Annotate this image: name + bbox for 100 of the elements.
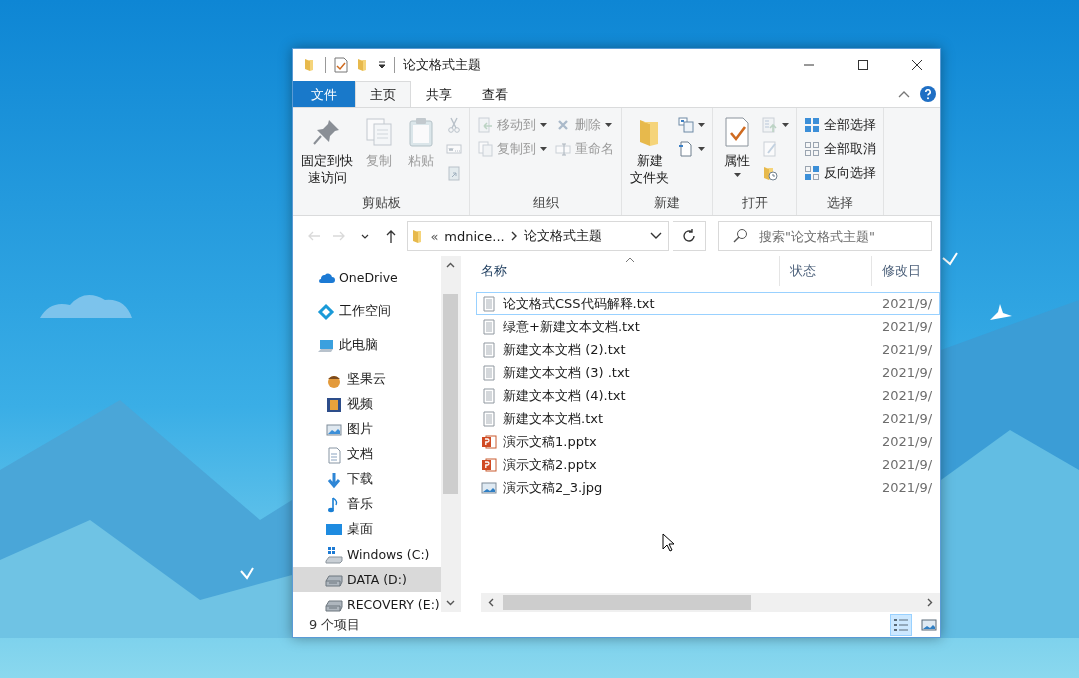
group-label: 剪贴板: [360, 194, 402, 212]
search-icon: [732, 228, 748, 244]
text-file-icon: [481, 387, 497, 404]
modified-date: 2021/9/: [882, 434, 933, 449]
overflow-chevron[interactable]: «: [430, 228, 439, 244]
maximize-icon[interactable]: [858, 60, 868, 70]
ribbon-button[interactable]: 固定到快 速访问: [297, 114, 357, 188]
diamond-icon: [317, 302, 335, 321]
modified-date: 2021/9/: [882, 457, 933, 472]
horizontal-scrollbar[interactable]: [481, 593, 940, 612]
breadcrumb[interactable]: 论文格式主题: [523, 227, 602, 245]
refresh-icon: [680, 228, 697, 244]
group-label: 组织: [531, 194, 560, 212]
scroll-left-icon[interactable]: [488, 598, 494, 607]
text-file-icon: [481, 364, 497, 381]
file-name[interactable]: 绿意+新建文本文档.txt: [503, 317, 640, 336]
sidebar-item[interactable]: 文档: [293, 442, 441, 467]
address-bar[interactable]: « mdnice... 论文格式主题: [407, 221, 669, 251]
close-icon[interactable]: [912, 60, 922, 70]
text-file-icon: [481, 341, 497, 358]
mouse-pointer-icon: [662, 533, 676, 553]
modified-date: 2021/9/: [882, 365, 933, 380]
ribbon-tab[interactable]: 文件: [293, 81, 355, 107]
film-icon: [325, 395, 343, 414]
modified-date: 2021/9/: [882, 411, 933, 426]
move-page-icon: [477, 117, 493, 133]
sidebar-item[interactable]: 坚果云: [293, 367, 441, 392]
cloud-icon: [40, 295, 132, 318]
modified-date: 2021/9/: [882, 480, 933, 495]
image-file-icon: [481, 479, 497, 496]
ribbon-button[interactable]: 全部选择: [801, 114, 879, 136]
ribbon-tab[interactable]: 查看: [467, 81, 523, 107]
sidebar-item[interactable]: 图片: [293, 417, 441, 442]
text-file-icon: [481, 295, 497, 312]
ribbon-button[interactable]: 新建 文件夹: [626, 114, 673, 188]
scroll-right-icon[interactable]: [927, 598, 933, 607]
file-name[interactable]: 新建文本文档.txt: [503, 409, 604, 428]
down-arrow-icon: [325, 470, 343, 489]
customize-caret-icon[interactable]: [378, 61, 386, 69]
scroll-down-icon[interactable]: [446, 600, 455, 606]
group-label: 新建: [653, 194, 681, 212]
group-label: 打开: [740, 194, 769, 212]
sidebar-item[interactable]: OneDrive: [293, 265, 441, 290]
ribbon-tab[interactable]: 共享: [411, 81, 467, 107]
file-name[interactable]: 演示文稿1.pptx: [503, 432, 597, 451]
view-button[interactable]: [890, 613, 912, 636]
sidebar-item[interactable]: DATA (D:): [293, 567, 441, 592]
file-name[interactable]: 演示文稿2.pptx: [503, 455, 597, 474]
sidebar-item[interactable]: Windows (C:): [293, 542, 441, 567]
page-icon[interactable]: [678, 141, 694, 157]
sidebar-item[interactable]: 桌面: [293, 517, 441, 542]
file-name[interactable]: 演示文稿2_3.jpg: [503, 478, 603, 497]
ribbon-button[interactable]: 反向选择: [801, 162, 879, 184]
file-name[interactable]: 新建文本文档 (3) .txt: [503, 363, 630, 382]
text-file-icon: [481, 410, 497, 427]
collapse-chevron-icon[interactable]: [898, 90, 910, 98]
sidebar-item[interactable]: 工作空间: [293, 299, 441, 324]
vertical-scrollbar[interactable]: [441, 256, 460, 612]
chevron-icon[interactable]: [510, 231, 518, 241]
slides-file-icon: [481, 433, 497, 450]
empty-grid-icon: [804, 141, 820, 157]
rename-icon: [555, 141, 571, 157]
large-icons-view-icon: [921, 616, 937, 633]
group-label: 选择: [826, 194, 854, 212]
sidebar-item[interactable]: 音乐: [293, 492, 441, 517]
drive-icon: [325, 545, 343, 564]
text-file-icon: [481, 318, 497, 335]
window-title: 论文格式主题: [403, 56, 482, 74]
modified-date: 2021/9/: [882, 388, 933, 403]
breadcrumb[interactable]: mdnice...: [444, 228, 505, 244]
ribbon-button[interactable]: 全部取消: [801, 138, 879, 160]
modified-date: 2021/9/: [882, 342, 933, 357]
new-item-icon[interactable]: [678, 117, 694, 133]
pages-icon: [477, 141, 493, 157]
sort-caret-icon: [625, 256, 636, 263]
sidebar-item[interactable]: RECOVERY (E:): [293, 592, 441, 617]
ribbon-button[interactable]: 属性: [717, 114, 757, 180]
file-name[interactable]: 新建文本文档 (4).txt: [503, 386, 626, 405]
slides-file-icon: [481, 456, 497, 473]
sidebar-item[interactable]: 下载: [293, 467, 441, 492]
refresh-button[interactable]: [672, 221, 706, 251]
grid-icon: [804, 117, 820, 133]
item-count: 9 个项目: [309, 615, 362, 634]
details-view-icon: [893, 616, 909, 633]
ribbon-tab[interactable]: 主页: [355, 81, 411, 107]
column-header[interactable]: 状态: [780, 256, 873, 286]
check-page-icon[interactable]: [334, 57, 348, 73]
file-name[interactable]: 新建文本文档 (2).txt: [503, 340, 626, 359]
scroll-up-icon[interactable]: [446, 262, 455, 268]
column-header[interactable]: 名称: [471, 256, 781, 286]
sidebar-item[interactable]: 此电脑: [293, 333, 441, 358]
folder-clock-icon[interactable]: [762, 165, 778, 181]
pages-icon: [363, 116, 395, 148]
column-header[interactable]: 修改日: [872, 256, 940, 286]
help-icon[interactable]: [920, 86, 936, 102]
sidebar-item[interactable]: 视频: [293, 392, 441, 417]
search-field[interactable]: 搜索"论文格式主题": [718, 221, 932, 251]
invert-grid-icon: [804, 165, 820, 181]
modified-date: 2021/9/: [882, 296, 933, 311]
file-name[interactable]: 论文格式CSS代码解释.txt: [503, 294, 655, 313]
